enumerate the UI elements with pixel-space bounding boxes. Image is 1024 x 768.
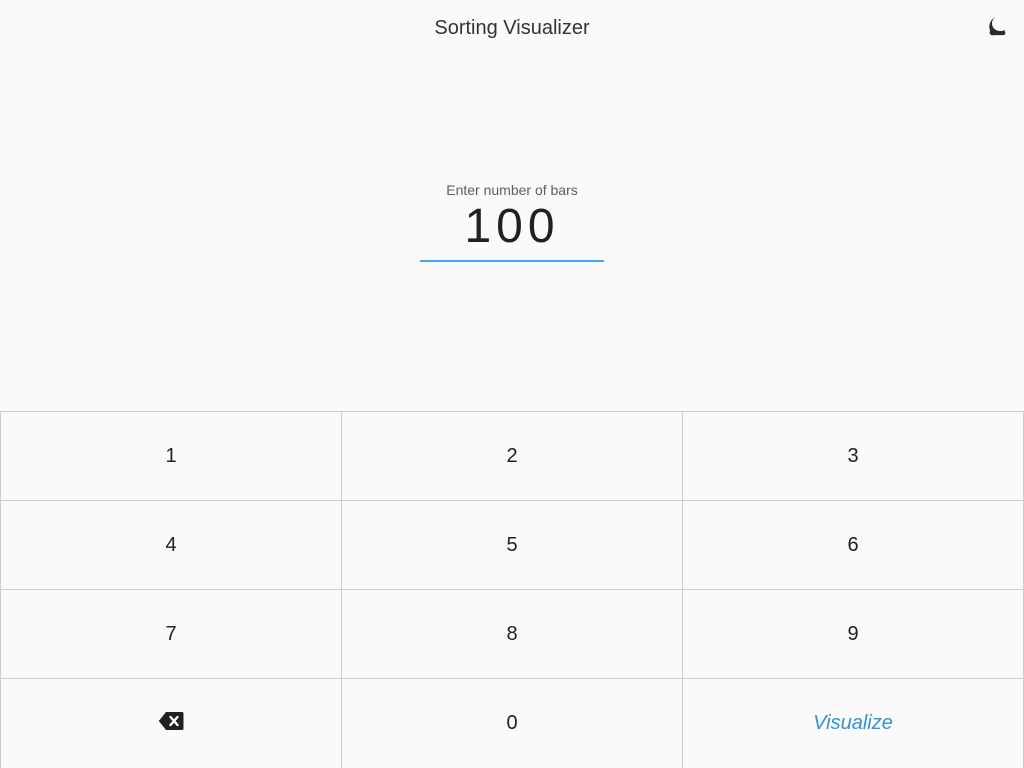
backspace-icon <box>158 711 184 737</box>
key-0[interactable]: 0 <box>341 678 682 768</box>
key-5[interactable]: 5 <box>341 500 682 589</box>
app: Sorting Visualizer Enter number of bars … <box>0 0 1024 768</box>
header: Sorting Visualizer <box>0 0 1024 56</box>
bars-input-label: Enter number of bars <box>446 182 578 198</box>
page-title: Sorting Visualizer <box>434 17 590 39</box>
key-4[interactable]: 4 <box>0 500 341 589</box>
input-underline <box>420 260 604 262</box>
bars-input-field[interactable]: Enter number of bars 100 <box>420 180 604 264</box>
key-8[interactable]: 8 <box>341 589 682 678</box>
key-2[interactable]: 2 <box>341 411 682 500</box>
moon-icon <box>987 15 1009 42</box>
key-3[interactable]: 3 <box>682 411 1024 500</box>
visualize-label: Visualize <box>813 712 893 734</box>
key-6[interactable]: 6 <box>682 500 1024 589</box>
numeric-keypad: 1 2 3 4 5 6 7 8 9 0 Visualize <box>0 411 1024 768</box>
key-7[interactable]: 7 <box>0 589 341 678</box>
backspace-button[interactable] <box>0 678 341 768</box>
theme-toggle-button[interactable] <box>984 14 1012 42</box>
bars-input-value[interactable]: 100 <box>420 198 604 256</box>
key-9[interactable]: 9 <box>682 589 1024 678</box>
key-1[interactable]: 1 <box>0 411 341 500</box>
visualize-button[interactable]: Visualize <box>682 678 1024 768</box>
